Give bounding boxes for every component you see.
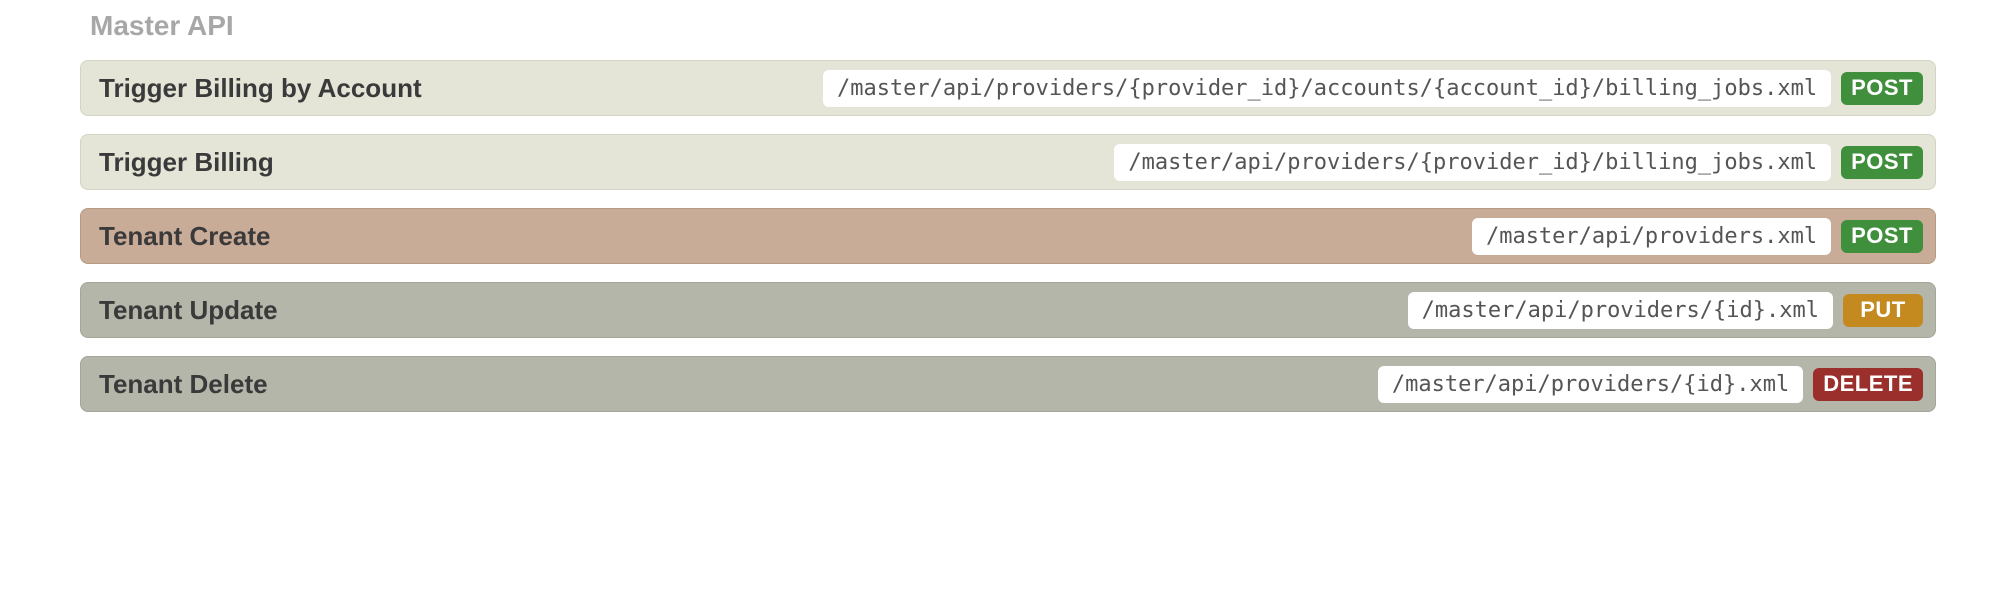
operation-path: /master/api/providers/{id}.xml [1408,292,1833,329]
operation-path: /master/api/providers/{provider_id}/bill… [1114,144,1831,181]
section-title: Master API [90,10,2016,42]
api-operations-panel: Master API Trigger Billing by Account /m… [0,0,2016,452]
operations-list: Trigger Billing by Account /master/api/p… [80,60,1936,412]
operation-row-trigger-billing-by-account[interactable]: Trigger Billing by Account /master/api/p… [80,60,1936,116]
operation-row-trigger-billing[interactable]: Trigger Billing /master/api/providers/{p… [80,134,1936,190]
operation-right: /master/api/providers.xml POST [1472,218,1923,255]
operation-right: /master/api/providers/{id}.xml PUT [1408,292,1923,329]
operation-row-tenant-delete[interactable]: Tenant Delete /master/api/providers/{id}… [80,356,1936,412]
method-badge-post: POST [1841,72,1923,105]
operation-name: Tenant Update [99,295,278,326]
operation-row-tenant-create[interactable]: Tenant Create /master/api/providers.xml … [80,208,1936,264]
operation-name: Tenant Create [99,221,270,252]
operation-row-tenant-update[interactable]: Tenant Update /master/api/providers/{id}… [80,282,1936,338]
operation-right: /master/api/providers/{provider_id}/bill… [1114,144,1923,181]
method-badge-delete: DELETE [1813,368,1923,401]
method-badge-put: PUT [1843,294,1923,327]
method-badge-post: POST [1841,146,1923,179]
operation-path: /master/api/providers/{provider_id}/acco… [823,70,1831,107]
method-badge-post: POST [1841,220,1923,253]
operation-path: /master/api/providers.xml [1472,218,1831,255]
operation-right: /master/api/providers/{id}.xml DELETE [1378,366,1923,403]
operation-right: /master/api/providers/{provider_id}/acco… [823,70,1923,107]
operation-path: /master/api/providers/{id}.xml [1378,366,1803,403]
operation-name: Trigger Billing [99,147,274,178]
operation-name: Trigger Billing by Account [99,73,422,104]
operation-name: Tenant Delete [99,369,268,400]
